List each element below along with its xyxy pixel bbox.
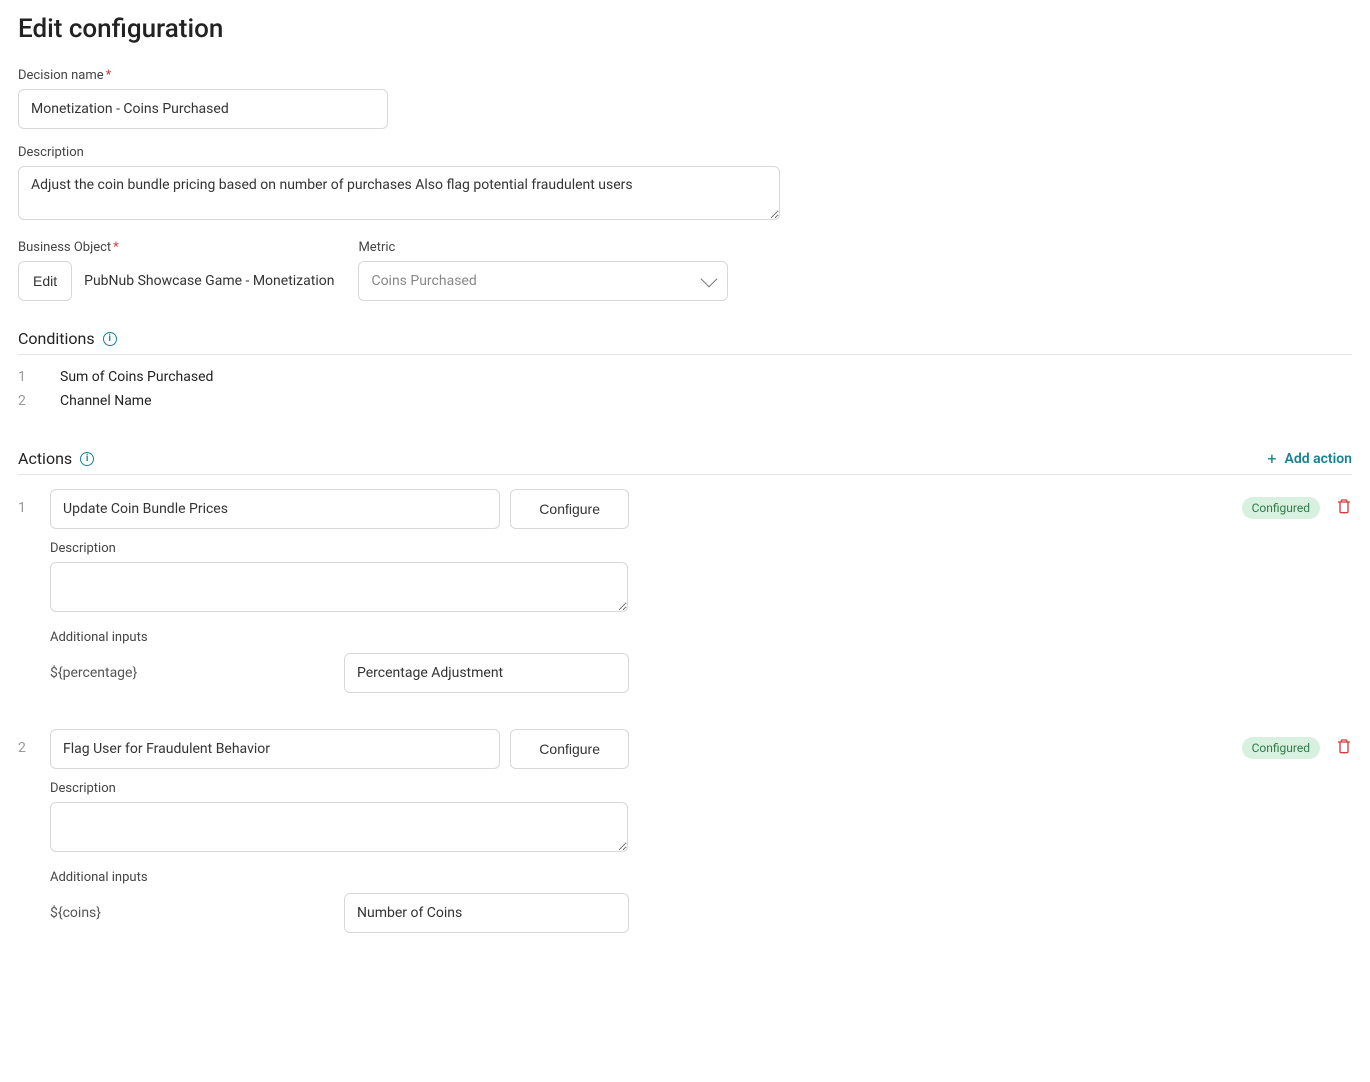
additional-input-field[interactable] bbox=[344, 893, 629, 933]
additional-inputs-label: Additional inputs bbox=[50, 870, 629, 885]
configure-action-button[interactable]: Configure bbox=[510, 729, 629, 769]
metric-label: Metric bbox=[358, 240, 728, 255]
page-title: Edit configuration bbox=[18, 14, 1352, 44]
delete-action-icon[interactable] bbox=[1336, 737, 1352, 755]
additional-input-field[interactable] bbox=[344, 653, 629, 693]
condition-number: 2 bbox=[18, 393, 28, 409]
action-description-label: Description bbox=[50, 541, 629, 556]
condition-text: Channel Name bbox=[60, 393, 152, 409]
condition-text: Sum of Coins Purchased bbox=[60, 369, 213, 385]
description-label: Description bbox=[18, 145, 1352, 160]
additional-inputs-label: Additional inputs bbox=[50, 630, 629, 645]
actions-section-title: Actions bbox=[18, 449, 72, 468]
action-number: 1 bbox=[18, 489, 28, 693]
decision-name-input[interactable] bbox=[18, 89, 388, 129]
action-description-label: Description bbox=[50, 781, 629, 796]
metric-selected-value: Coins Purchased bbox=[371, 273, 476, 289]
action-description-textarea[interactable] bbox=[50, 562, 628, 612]
add-action-label: Add action bbox=[1285, 451, 1353, 467]
additional-input-var: ${percentage} bbox=[50, 665, 320, 681]
info-icon[interactable]: i bbox=[103, 332, 117, 346]
edit-business-object-button[interactable]: Edit bbox=[18, 261, 72, 301]
decision-name-label: Decision name* bbox=[18, 68, 1352, 83]
action-name-input[interactable] bbox=[50, 489, 500, 529]
configure-action-button[interactable]: Configure bbox=[510, 489, 629, 529]
info-icon[interactable]: i bbox=[80, 452, 94, 466]
status-badge: Configured bbox=[1242, 497, 1320, 519]
additional-input-var: ${coins} bbox=[50, 905, 320, 921]
action-name-input[interactable] bbox=[50, 729, 500, 769]
delete-action-icon[interactable] bbox=[1336, 497, 1352, 515]
condition-row: 1 Sum of Coins Purchased bbox=[18, 369, 1352, 385]
metric-select[interactable]: Coins Purchased bbox=[358, 261, 728, 301]
business-object-value: PubNub Showcase Game - Monetization bbox=[84, 273, 334, 289]
chevron-down-icon bbox=[701, 271, 718, 288]
action-description-textarea[interactable] bbox=[50, 802, 628, 852]
add-action-button[interactable]: + Add action bbox=[1267, 449, 1352, 468]
description-textarea[interactable]: Adjust the coin bundle pricing based on … bbox=[18, 166, 780, 220]
conditions-section-title: Conditions bbox=[18, 329, 95, 348]
condition-number: 1 bbox=[18, 369, 28, 385]
action-number: 2 bbox=[18, 729, 28, 933]
status-badge: Configured bbox=[1242, 737, 1320, 759]
business-object-label: Business Object* bbox=[18, 240, 334, 255]
plus-icon: + bbox=[1267, 449, 1276, 468]
condition-row: 2 Channel Name bbox=[18, 393, 1352, 409]
